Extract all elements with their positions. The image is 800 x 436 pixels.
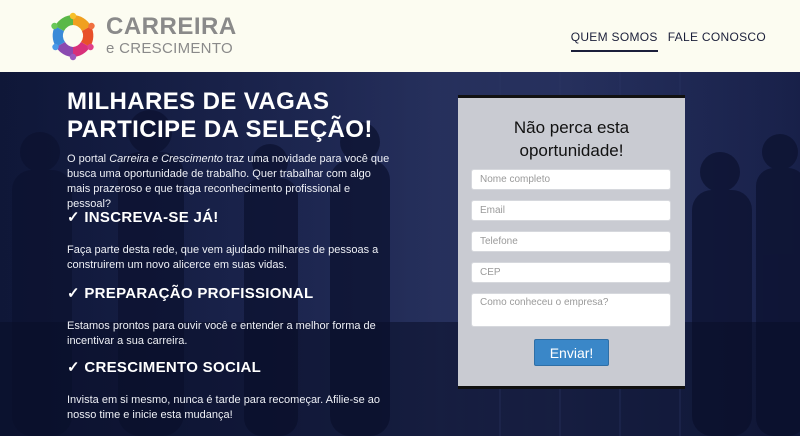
headline-line-1: MILHARES DE VAGAS xyxy=(67,88,330,115)
submit-button[interactable]: Enviar! xyxy=(534,339,609,366)
intro-prefix: O portal xyxy=(67,153,110,165)
section-text-inscreva: Faça parte desta rede, que vem ajudado m… xyxy=(67,244,379,271)
logo-icon[interactable] xyxy=(48,11,98,61)
section-title-crescimento: ✓ CRESCIMENTO SOCIAL xyxy=(67,359,262,376)
headline-line-2: PARTICIPE DA SELEÇÃO! xyxy=(67,116,373,143)
form-title: Não perca esta oportunidade! xyxy=(458,116,685,162)
form-title-line-2: oportunidade! xyxy=(519,141,624,160)
section-title-preparacao: ✓ PREPARAÇÃO PROFISSIONAL xyxy=(67,285,314,302)
section-title-inscreva: ✓ INSCREVA-SE JÁ! xyxy=(67,209,219,226)
intro-paragraph: O portal Carreira e Crescimento traz uma… xyxy=(67,152,397,212)
how-found-field[interactable] xyxy=(471,293,671,327)
form-title-line-1: Não perca esta xyxy=(513,118,630,137)
brand-main: CARREIRA xyxy=(106,13,237,40)
section-text-preparacao: Estamos prontos para ouvir você e entend… xyxy=(67,320,376,347)
intro-brand: Carreira e Crescimento xyxy=(109,153,223,165)
brand-wordmark[interactable]: CARREIRA e CRESCIMENTO xyxy=(106,14,237,58)
cep-field[interactable] xyxy=(471,262,671,283)
main-nav: QUEM SOMOS FALE CONOSCO xyxy=(570,30,766,52)
name-field[interactable] xyxy=(471,169,671,190)
nav-quem-somos[interactable]: QUEM SOMOS xyxy=(570,30,658,52)
nav-fale-conosco[interactable]: FALE CONOSCO xyxy=(668,30,766,52)
headline-block: MILHARES DE VAGAS PARTICIPE DA SELEÇÃO! xyxy=(67,88,397,144)
email-field[interactable] xyxy=(471,200,671,221)
site-header: CARREIRA e CRESCIMENTO QUEM SOMOS FALE C… xyxy=(0,0,800,72)
section-text-crescimento: Invista em si mesmo, nunca é tarde para … xyxy=(67,394,381,421)
phone-field[interactable] xyxy=(471,231,671,252)
brand-sub: e CRESCIMENTO xyxy=(106,40,233,57)
signup-form: Não perca esta oportunidade! Enviar! xyxy=(458,95,685,389)
